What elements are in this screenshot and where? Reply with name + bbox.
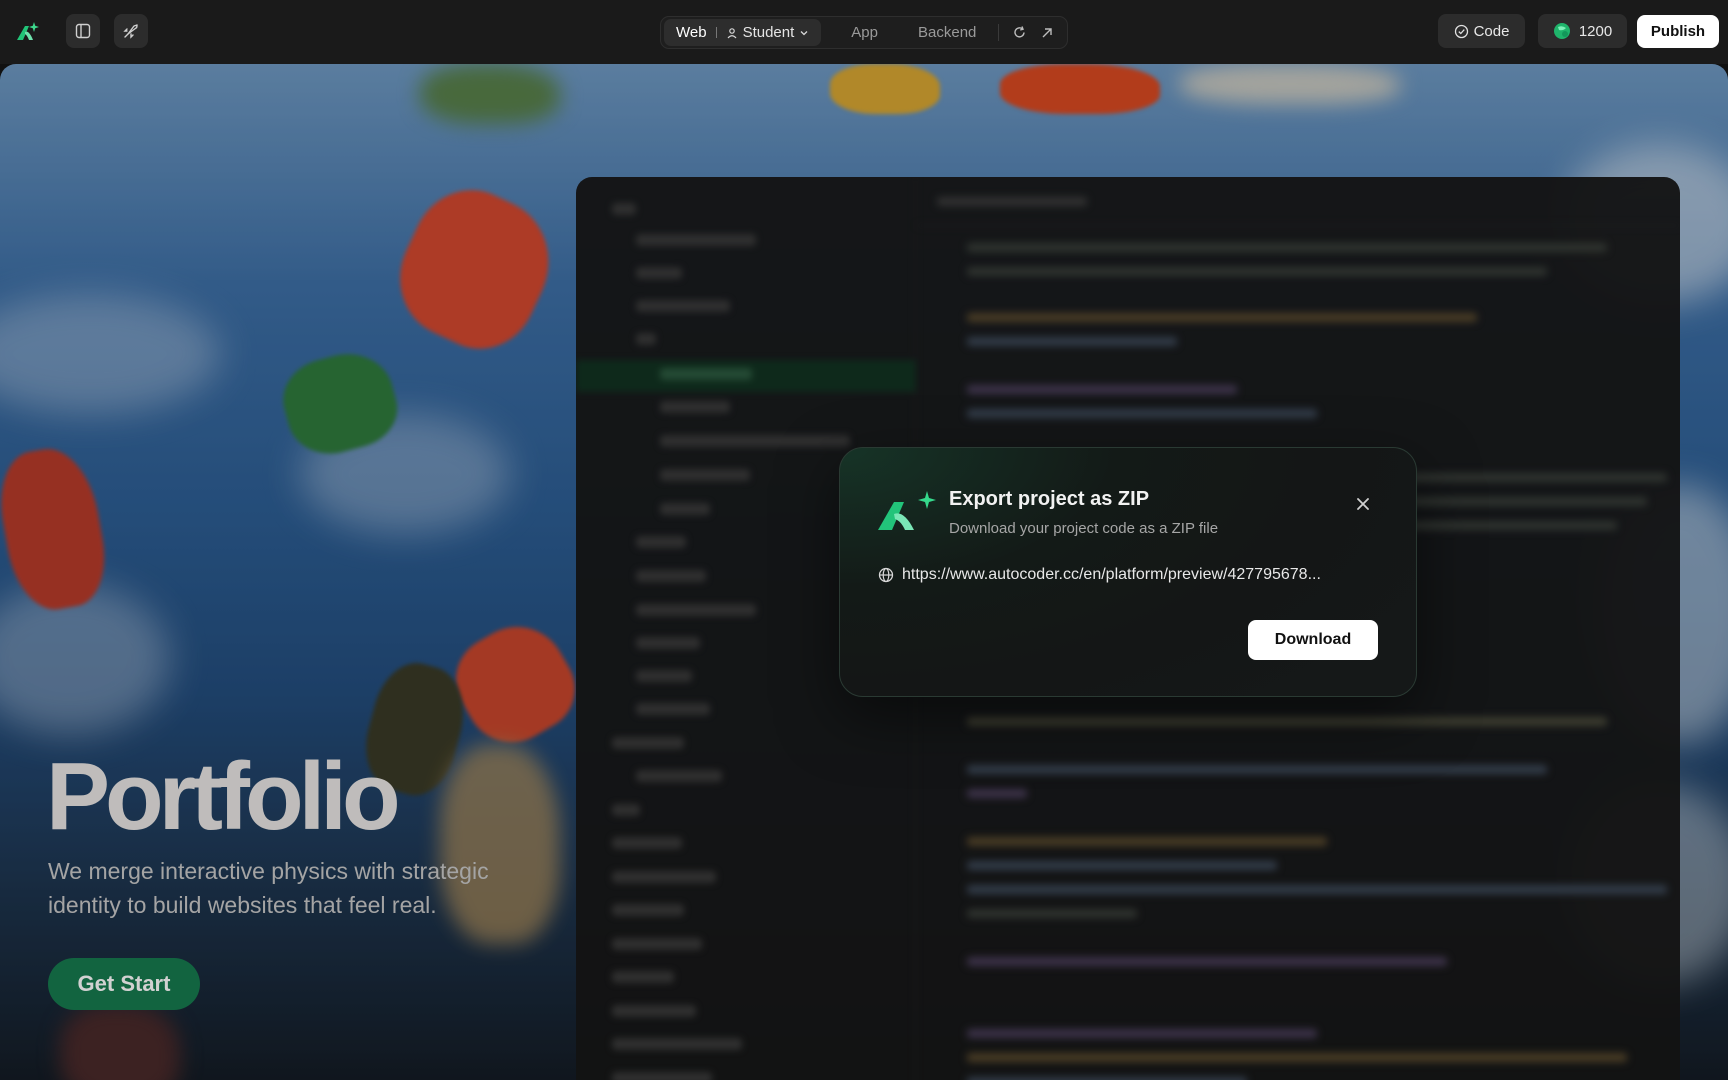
dialog-subtitle: Download your project code as a ZIP file bbox=[949, 520, 1219, 537]
check-circle-icon bbox=[1454, 24, 1468, 38]
tab-web[interactable]: Web Student bbox=[664, 19, 822, 46]
credits-badge[interactable]: 1200 bbox=[1538, 14, 1627, 48]
deploy-button[interactable] bbox=[114, 14, 148, 48]
top-bar: Web Student App Backend Code 1200 Publis… bbox=[0, 0, 1728, 64]
download-button[interactable]: Download bbox=[1248, 620, 1378, 660]
coin-icon bbox=[1553, 23, 1570, 39]
code-button[interactable]: Code bbox=[1438, 14, 1525, 48]
code-button-label: Code bbox=[1473, 22, 1510, 40]
user-icon bbox=[727, 27, 737, 38]
preview-url-row: https://www.autocoder.cc/en/platform/pre… bbox=[878, 566, 1321, 584]
view-switcher: Web Student App Backend bbox=[660, 16, 1068, 49]
tab-web-label: Web bbox=[676, 24, 707, 41]
external-link-icon bbox=[1042, 27, 1053, 37]
close-icon bbox=[1357, 498, 1369, 510]
globe-icon bbox=[878, 567, 894, 583]
refresh-icon bbox=[1014, 26, 1025, 38]
refresh-button[interactable] bbox=[1005, 19, 1033, 46]
close-button[interactable] bbox=[1351, 492, 1375, 516]
preview-url[interactable]: https://www.autocoder.cc/en/platform/pre… bbox=[902, 566, 1321, 584]
credits-value: 1200 bbox=[1578, 22, 1613, 40]
tab-app[interactable]: App bbox=[831, 19, 898, 46]
mode-dropdown[interactable]: Student bbox=[726, 24, 810, 41]
sidebar-toggle-icon bbox=[75, 23, 91, 39]
autocoder-logo-icon[interactable] bbox=[14, 18, 42, 46]
sidebar-toggle-button[interactable] bbox=[66, 14, 100, 48]
tab-backend[interactable]: Backend bbox=[898, 19, 996, 46]
divider bbox=[715, 27, 717, 38]
publish-button[interactable]: Publish bbox=[1637, 15, 1719, 48]
rocket-icon bbox=[123, 24, 138, 39]
dialog-title: Export project as ZIP bbox=[949, 488, 1150, 510]
open-external-button[interactable] bbox=[1033, 19, 1061, 46]
chevron-down-icon bbox=[800, 30, 808, 35]
autocoder-logo-icon bbox=[876, 488, 938, 538]
export-zip-dialog: Export project as ZIP Download your proj… bbox=[839, 447, 1417, 697]
mode-label: Student bbox=[742, 24, 795, 41]
divider bbox=[998, 24, 1000, 41]
